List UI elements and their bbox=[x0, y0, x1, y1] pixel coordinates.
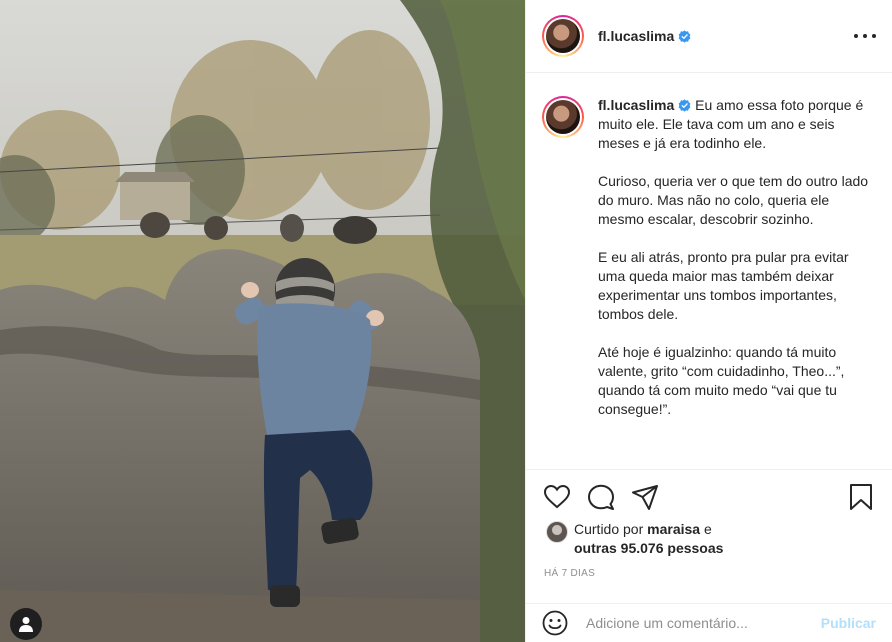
caption-paragraph: E eu ali atrás, pronto pra pular pra evi… bbox=[598, 249, 849, 322]
caption-text: fl.lucaslima Eu amo essa foto porque é m… bbox=[598, 96, 876, 438]
likes-summary: Curtido por maraisa e outras 95.076 pess… bbox=[546, 520, 876, 558]
liker-username[interactable]: maraisa bbox=[647, 521, 700, 537]
user-tag-icon bbox=[19, 617, 33, 632]
liker-avatar[interactable] bbox=[546, 521, 568, 543]
post-photo[interactable] bbox=[0, 0, 525, 642]
comment-bubble-icon[interactable] bbox=[586, 482, 616, 512]
verified-badge-icon bbox=[678, 30, 691, 43]
likes-prefix: Curtido por bbox=[574, 521, 644, 537]
caption-author-avatar[interactable] bbox=[542, 96, 584, 138]
likes-count[interactable]: outras 95.076 pessoas bbox=[574, 540, 723, 556]
post-sidebar: fl.lucaslima fl.lucaslima Eu amo essa fo… bbox=[525, 0, 892, 642]
post-actions bbox=[542, 482, 876, 514]
post-timestamp[interactable]: HÁ 7 DIAS bbox=[544, 568, 595, 579]
paper-plane-icon[interactable] bbox=[630, 482, 660, 512]
verified-badge-icon bbox=[678, 99, 691, 112]
tag-users-button[interactable] bbox=[10, 608, 42, 640]
comment-input[interactable] bbox=[586, 615, 821, 631]
photo-illustration bbox=[0, 0, 525, 642]
author-avatar[interactable] bbox=[542, 15, 584, 57]
caption-paragraph: fl.lucaslima Eu amo essa foto porque é m… bbox=[598, 97, 864, 151]
more-options-icon[interactable] bbox=[854, 26, 876, 46]
bookmark-icon[interactable] bbox=[846, 482, 876, 512]
author-username-text[interactable]: fl.lucaslima bbox=[598, 28, 674, 44]
publish-button[interactable]: Publicar bbox=[821, 615, 876, 631]
author-username[interactable]: fl.lucaslima bbox=[598, 28, 691, 44]
caption-username[interactable]: fl.lucaslima bbox=[598, 97, 691, 113]
post-header: fl.lucaslima bbox=[526, 0, 892, 73]
likes-connector: e bbox=[703, 521, 712, 537]
comment-bar: Publicar bbox=[526, 603, 892, 642]
caption-paragraph: Curioso, queria ver o que tem do outro l… bbox=[598, 173, 869, 227]
caption-section: fl.lucaslima Eu amo essa foto porque é m… bbox=[526, 74, 892, 470]
caption-paragraph: Até hoje é igualzinho: quando tá muito v… bbox=[598, 344, 845, 417]
emoji-smile-icon[interactable] bbox=[542, 610, 568, 636]
heart-icon[interactable] bbox=[542, 482, 572, 512]
